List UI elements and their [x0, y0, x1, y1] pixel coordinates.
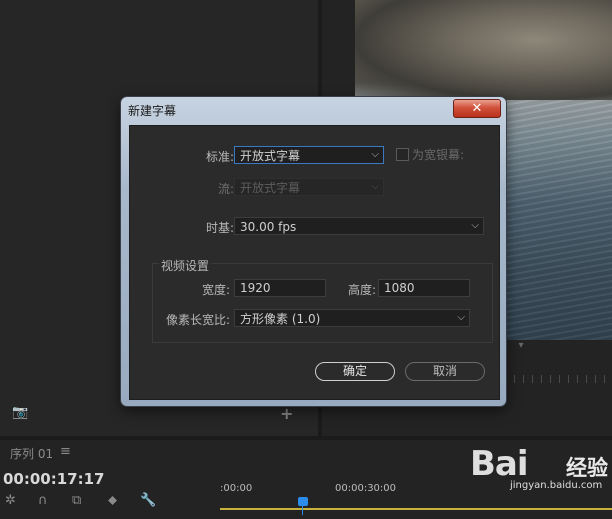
- panel-menu-icon[interactable]: ≡: [60, 444, 71, 459]
- sequence-tab[interactable]: 序列 01: [10, 445, 53, 462]
- timeline-work-area-bar[interactable]: [220, 508, 612, 510]
- snap-icon[interactable]: ✲: [5, 493, 16, 508]
- width-field[interactable]: 1920: [234, 279, 326, 297]
- widescreen-label: 为宽银幕:: [412, 148, 465, 162]
- stream-value: 开放式字幕: [240, 181, 301, 195]
- standard-select[interactable]: 开放式字幕 ⌵: [234, 146, 384, 164]
- pixel-aspect-value: 方形像素 (1.0): [240, 312, 321, 326]
- cancel-button[interactable]: 取消: [405, 362, 485, 381]
- width-value: 1920: [240, 281, 271, 295]
- close-button[interactable]: ✕: [453, 99, 501, 118]
- standard-value: 开放式字幕: [240, 149, 301, 163]
- monitor-zoom-dropdown[interactable]: ▾: [510, 340, 532, 356]
- cliff-image-area: [355, 0, 612, 100]
- playhead-handle[interactable]: [298, 497, 308, 506]
- linked-selection-icon[interactable]: ⧉: [72, 493, 81, 508]
- dialog-title: 新建字幕: [128, 104, 177, 118]
- ruler-time-start: :00:00: [220, 483, 253, 494]
- chevron-down-icon: ⌵: [457, 312, 465, 323]
- timebase-value: 30.00 fps: [240, 220, 297, 234]
- pixel-aspect-select[interactable]: 方形像素 (1.0) ⌵: [234, 309, 470, 327]
- video-settings-group: [152, 263, 493, 343]
- chevron-down-icon: ⌵: [371, 149, 379, 160]
- baidu-watermark: Bai 经验 jingyan.baidu.com: [470, 440, 612, 506]
- pixel-aspect-label: 像素长宽比:: [165, 313, 230, 327]
- wrench-icon[interactable]: 🔧: [140, 493, 156, 508]
- chevron-down-icon: ⌵: [371, 181, 379, 192]
- timecode-display[interactable]: 00:00:17:17: [3, 470, 105, 488]
- watermark-brand: 经验: [566, 456, 608, 480]
- timebase-label: 时基:: [205, 221, 234, 235]
- width-label: 宽度:: [201, 283, 230, 297]
- video-settings-title: 视频设置: [159, 257, 212, 274]
- standard-label: 标准:: [205, 150, 234, 164]
- dialog-body: 标准: 开放式字幕 ⌵ 为宽银幕: 流: 开放式字幕 ⌵ 时基: 30.00 f…: [129, 125, 500, 400]
- height-value: 1080: [384, 281, 415, 295]
- watermark-logo: Bai: [470, 444, 529, 484]
- ruler-time-mid: 00:00:30:00: [335, 483, 397, 494]
- ok-button[interactable]: 确定: [315, 362, 395, 381]
- chevron-down-icon: ⌵: [471, 220, 479, 231]
- height-field[interactable]: 1080: [378, 279, 470, 297]
- stream-label: 流:: [217, 182, 234, 196]
- close-icon: ✕: [471, 101, 483, 116]
- stream-select: 开放式字幕 ⌵: [234, 178, 384, 196]
- marker-icon[interactable]: ⬥: [108, 493, 117, 508]
- watermark-url: jingyan.baidu.com: [510, 480, 603, 491]
- playhead-line: [302, 505, 303, 515]
- monitor-ruler: [505, 375, 612, 383]
- magnet-icon[interactable]: ∩: [38, 493, 48, 508]
- camera-icon[interactable]: 📷: [12, 405, 28, 420]
- timebase-select[interactable]: 30.00 fps ⌵: [234, 217, 484, 235]
- new-caption-dialog: 新建字幕 ✕ 标准: 开放式字幕 ⌵ 为宽银幕: 流: 开放式字幕 ⌵ 时基: …: [121, 97, 506, 406]
- widescreen-checkbox[interactable]: [396, 148, 409, 161]
- plus-icon[interactable]: +: [280, 404, 293, 423]
- height-label: 高度:: [347, 283, 376, 297]
